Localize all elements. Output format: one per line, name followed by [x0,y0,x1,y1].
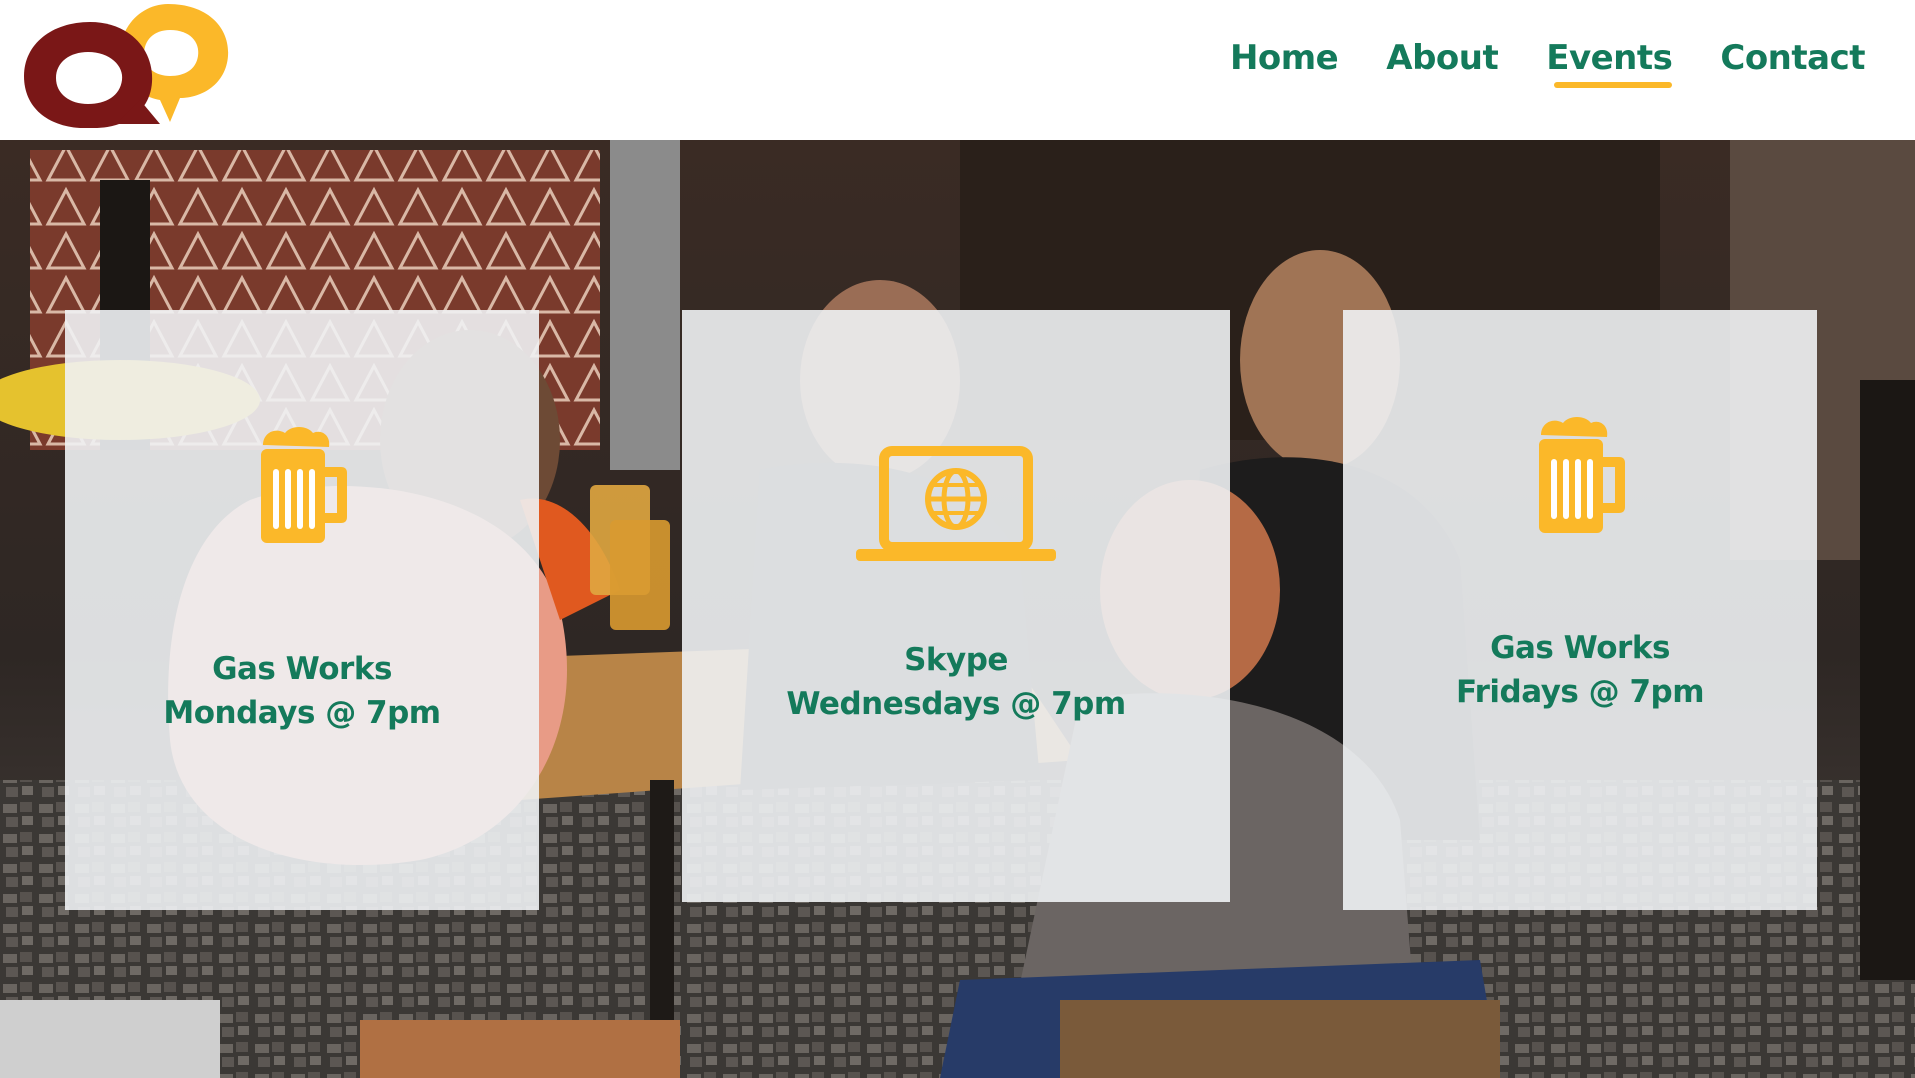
event-venue: Skype [904,642,1008,678]
beer-mug-icon [1539,417,1625,533]
event-title: Gas Works Mondays @ 7pm [65,647,539,735]
nav-contact-link[interactable]: Contact [1720,38,1865,86]
nav-events-link[interactable]: Events [1546,38,1673,88]
event-title: Gas Works Fridays @ 7pm [1343,626,1817,714]
event-title: Skype Wednesdays @ 7pm [682,638,1230,726]
event-schedule: Mondays @ 7pm [163,695,441,731]
site-header: Home About Events Contact [0,0,1915,140]
event-card-gasworks-friday: Gas Works Fridays @ 7pm [1343,310,1817,910]
nav-home-link[interactable]: Home [1230,38,1339,86]
nav-about-link[interactable]: About [1386,38,1498,86]
speech-bubbles-logo[interactable] [20,0,235,132]
beer-mug-icon [261,427,347,543]
event-card-gasworks-monday: Gas Works Mondays @ 7pm [65,310,539,910]
main-nav: Home About Events Contact [1182,38,1865,88]
laptop-globe-icon [856,446,1056,561]
event-venue: Gas Works [212,651,392,687]
event-schedule: Wednesdays @ 7pm [786,686,1126,722]
event-card-skype-wednesday: Skype Wednesdays @ 7pm [682,310,1230,902]
event-schedule: Fridays @ 7pm [1455,674,1705,710]
event-venue: Gas Works [1490,630,1670,666]
